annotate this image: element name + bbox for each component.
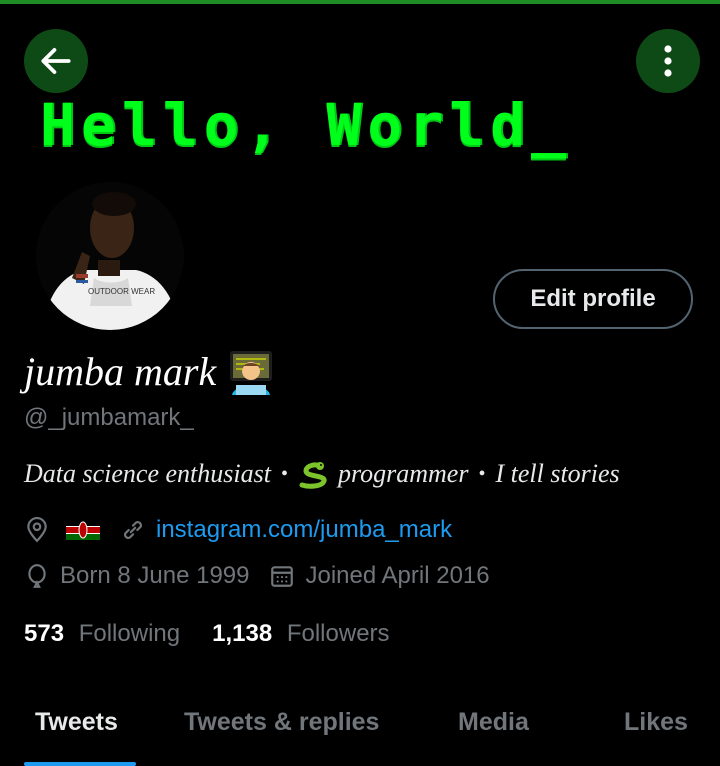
profile-banner: Hello, World_ [0,4,720,180]
balloon-icon [28,564,46,588]
more-options-button[interactable] [636,29,700,93]
edit-profile-button[interactable]: Edit profile [493,269,693,329]
followers-label: Followers [286,620,390,647]
followers-count: 1,138 [212,620,273,647]
profile-meta-row-2: Born 8 June 1999 Joined April 2016 [24,562,490,590]
tab-tweets-replies[interactable]: Tweets & replies [184,708,379,737]
back-button[interactable] [24,29,88,93]
banner-text: Hello, World_ [40,91,572,159]
website-link[interactable]: instagram.com/jumba_mark [156,516,452,544]
avatar[interactable]: OUTDOOR WEAR [36,182,184,330]
location-icon [27,517,47,543]
profile-bio: Data science enthusiast • programmer • I… [24,459,620,489]
technologist-emoji [230,350,273,395]
display-name: jumba mark [24,349,217,394]
calendar-icon [271,566,294,587]
following-count: 573 [24,620,65,647]
arrow-left-icon [41,48,71,74]
profile-tabs: Tweets Tweets & replies Media Likes [0,700,720,766]
tab-tweets[interactable]: Tweets [35,708,118,737]
bio-separator: • [280,462,288,485]
followers-link[interactable]: 1,138 Followers [212,620,389,648]
bio-text-2: programmer [337,459,469,488]
profile-meta-row-1: instagram.com/jumba_mark [24,516,452,544]
active-tab-indicator [24,762,136,766]
snake-emoji [299,462,327,489]
link-icon [124,521,142,539]
bio-text-1: Data science enthusiast [24,459,271,488]
bio-text-3: I tell stories [495,459,620,488]
svg-text:OUTDOOR WEAR: OUTDOOR WEAR [88,287,155,296]
tab-likes[interactable]: Likes [624,708,688,737]
more-vertical-icon [664,45,672,77]
follow-stats: 573 Following 1,138 Followers [24,620,390,648]
avatar-photo: OUTDOOR WEAR [36,182,184,330]
joined-text: Joined April 2016 [305,562,490,589]
following-link[interactable]: 573 Following [24,620,180,648]
birthday-text: Born 8 June 1999 [60,562,250,589]
bio-separator-2: • [478,462,486,485]
tab-media[interactable]: Media [458,708,529,737]
kenya-flag [66,520,100,540]
profile-handle: @_jumbamark_ [24,404,194,431]
following-label: Following [78,620,181,647]
display-name-row: jumba mark [24,348,274,395]
